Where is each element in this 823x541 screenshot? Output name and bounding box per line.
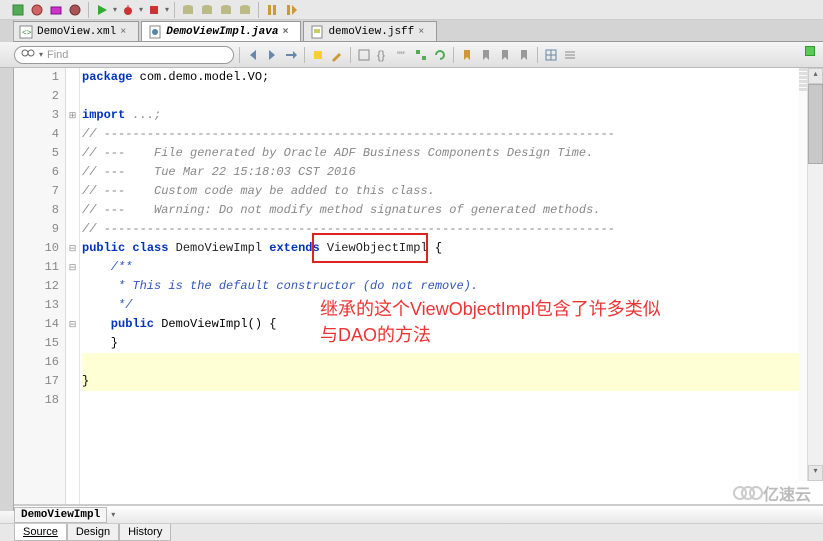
db-icon-2[interactable] (199, 2, 215, 18)
db-icon-4[interactable] (237, 2, 253, 18)
code-content[interactable]: package com.demo.model.VO; import ...; /… (80, 68, 823, 504)
fold-collapse-icon[interactable]: ⊟ (66, 239, 79, 258)
nav-fwd-icon[interactable] (264, 47, 280, 63)
grid-icon[interactable] (543, 47, 559, 63)
pause-icon[interactable] (264, 2, 280, 18)
block-icon[interactable] (356, 47, 372, 63)
run-dropdown-icon[interactable]: ▾ (113, 5, 117, 14)
separator (350, 47, 351, 63)
line-number-gutter: 123456789101112131415161718 (14, 68, 66, 504)
vertical-scrollbar[interactable]: ▴ ▾ (807, 68, 823, 481)
tab-label: DemoView.xml (37, 26, 116, 38)
separator (453, 47, 454, 63)
close-icon[interactable]: × (282, 27, 292, 37)
bookmark-next-icon[interactable] (497, 47, 513, 63)
tool-icon-1[interactable] (29, 2, 45, 18)
tab-demoview-xml[interactable]: <> DemoView.xml × (12, 21, 139, 41)
status-indicator (805, 46, 815, 56)
file-tabs: <> DemoView.xml × DemoViewImpl.java × de… (0, 20, 823, 42)
find-dropdown-icon[interactable]: ▾ (39, 50, 43, 59)
tab-demoviewimpl-java[interactable]: DemoViewImpl.java × (141, 21, 301, 41)
fold-collapse-icon[interactable]: ⊟ (66, 258, 79, 277)
xml-file-icon: <> (19, 25, 33, 39)
fold-expand-icon[interactable]: ⊞ (66, 106, 79, 125)
tree-icon[interactable] (413, 47, 429, 63)
marker-strip (799, 68, 807, 481)
code-editor[interactable]: 123456789101112131415161718 ⊞ ⊟ ⊟ ⊟ pack… (14, 68, 823, 505)
wand-icon[interactable] (10, 2, 26, 18)
breadcrumb-bar: DemoViewImpl ▾ (0, 505, 823, 523)
separator (537, 47, 538, 63)
left-panel-edge (0, 20, 14, 511)
tool-icon-3[interactable] (67, 2, 83, 18)
braces-icon[interactable]: {} (375, 47, 391, 63)
stop-dropdown-icon[interactable]: ▾ (165, 5, 169, 14)
svg-text:"": "" (397, 50, 405, 62)
binoculars-icon (21, 47, 35, 62)
bookmark-icon[interactable] (459, 47, 475, 63)
java-file-icon (148, 25, 162, 39)
run-icon[interactable] (94, 2, 110, 18)
editor-toolbar: ▾ {} "" (0, 42, 823, 68)
resume-icon[interactable] (283, 2, 299, 18)
separator (258, 2, 259, 18)
stop-icon[interactable] (146, 2, 162, 18)
quote-icon[interactable]: "" (394, 47, 410, 63)
separator (239, 47, 240, 63)
svg-text:{}: {} (377, 48, 385, 62)
nav-back-icon[interactable] (245, 47, 261, 63)
close-icon[interactable]: × (418, 27, 428, 37)
db-icon-3[interactable] (218, 2, 234, 18)
debug-dropdown-icon[interactable]: ▾ (139, 5, 143, 14)
scroll-down-icon[interactable]: ▾ (808, 465, 823, 481)
refresh-icon[interactable] (432, 47, 448, 63)
find-box[interactable]: ▾ (14, 46, 234, 64)
jsff-file-icon (310, 25, 324, 39)
watermark: 亿速云 (733, 481, 811, 505)
tab-source[interactable]: Source (14, 524, 67, 541)
bookmark-prev-icon[interactable] (478, 47, 494, 63)
close-icon[interactable]: × (120, 27, 130, 37)
tab-design[interactable]: Design (67, 524, 119, 541)
find-input[interactable] (47, 49, 227, 61)
tab-demoview-jsff[interactable]: demoView.jsff × (303, 21, 437, 41)
step-icon[interactable] (283, 47, 299, 63)
fold-collapse-icon[interactable]: ⊟ (66, 315, 79, 334)
db-icon-1[interactable] (180, 2, 196, 18)
highlight-icon[interactable] (310, 47, 326, 63)
scroll-up-icon[interactable]: ▴ (808, 68, 823, 84)
tool-icon-2[interactable] (48, 2, 64, 18)
main-toolbar: ▾ ▾ ▾ (0, 0, 823, 20)
brush-icon[interactable] (329, 47, 345, 63)
scroll-thumb[interactable] (808, 84, 823, 164)
bookmark-clear-icon[interactable] (516, 47, 532, 63)
debug-icon[interactable] (120, 2, 136, 18)
separator (304, 47, 305, 63)
tab-label: demoView.jsff (328, 26, 414, 38)
svg-text:<>: <> (22, 29, 32, 38)
bottom-tabs: Source Design History (0, 523, 823, 541)
separator (174, 2, 175, 18)
fold-gutter: ⊞ ⊟ ⊟ ⊟ (66, 68, 80, 504)
separator (88, 2, 89, 18)
list-icon[interactable] (562, 47, 578, 63)
tab-history[interactable]: History (119, 524, 171, 541)
breadcrumb-item[interactable]: DemoViewImpl (14, 507, 107, 523)
tab-label: DemoViewImpl.java (166, 26, 278, 38)
breadcrumb-dropdown-icon[interactable]: ▾ (107, 509, 119, 521)
